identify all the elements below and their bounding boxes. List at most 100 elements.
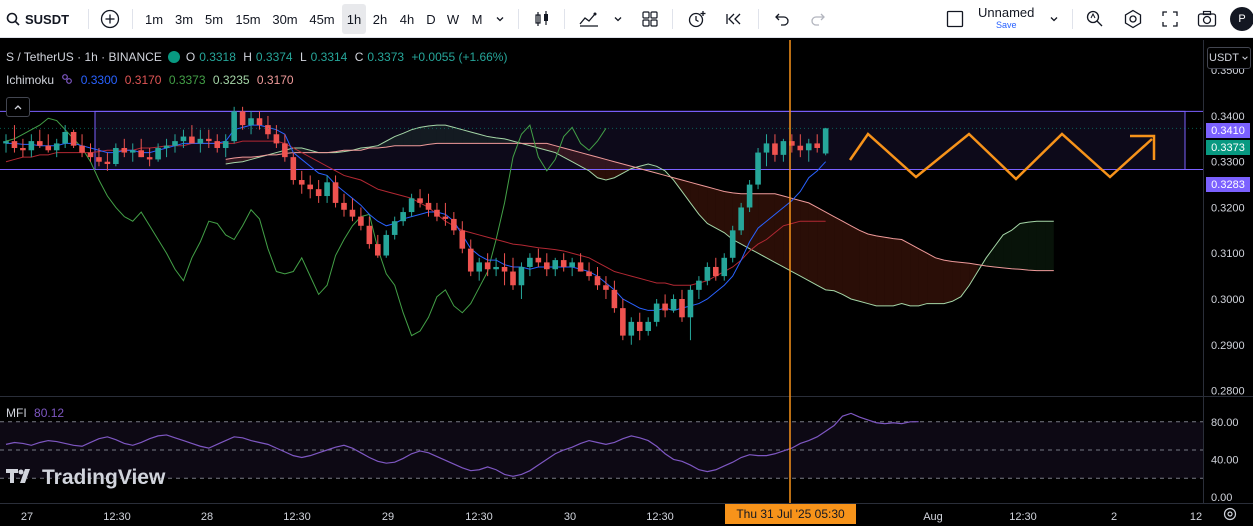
time-axis-tick-label: 29 — [382, 511, 394, 523]
currency-label: USDT — [1209, 52, 1239, 64]
timeframe-w[interactable]: W — [443, 0, 463, 38]
timeframe-45m[interactable]: 45m — [305, 0, 339, 38]
currency-selector[interactable]: USDT — [1207, 47, 1251, 69]
cloud-segment — [428, 125, 437, 145]
redo-button[interactable] — [804, 0, 832, 38]
ohlc-open: 0.3318 — [199, 50, 236, 64]
avatar[interactable]: P — [1230, 7, 1253, 31]
candle-body — [96, 157, 102, 162]
cloud-segment — [977, 257, 987, 272]
cloud-segment — [952, 261, 961, 302]
compare-symbol-button[interactable] — [96, 0, 124, 38]
layouts-button[interactable] — [636, 0, 664, 38]
timeframe-1m[interactable]: 1m — [142, 0, 166, 38]
indicators-button[interactable] — [574, 0, 604, 38]
candle-body — [789, 141, 795, 146]
tenkan-sen-line — [6, 124, 827, 311]
plus-circle-icon — [100, 9, 120, 29]
senkou-span-b-line — [225, 142, 1054, 272]
mfi-legend[interactable]: MFI 80.12 — [6, 406, 64, 420]
ohlc-change: +0.0055 (+1.66%) — [411, 50, 508, 64]
symbol-legend: S / TetherUS · 1h · BINANCE O 0.3318 H 0.3… — [6, 50, 511, 64]
candle-body — [197, 138, 204, 144]
timeframe-3m[interactable]: 3m — [170, 0, 198, 38]
watermark-text: TradingView — [42, 466, 166, 489]
cloud-segment — [665, 170, 674, 181]
candle-body — [434, 209, 440, 217]
ichimoku-value-chikou: 0.3373 — [168, 73, 206, 87]
candle-body — [721, 257, 728, 277]
cloud-segment — [834, 216, 843, 295]
cloud-segment — [453, 127, 463, 144]
cloud-segment — [411, 127, 421, 146]
tradingview-logo-icon — [6, 467, 36, 490]
cloud-segment — [960, 262, 970, 297]
candle-body — [298, 180, 305, 185]
cloud-segment — [876, 235, 885, 306]
cloud-segment — [1036, 221, 1046, 271]
range-box-rect — [94, 110, 1186, 170]
chart-type-button[interactable] — [528, 0, 556, 38]
cloud-segment — [800, 200, 809, 281]
replay-button[interactable] — [720, 0, 750, 38]
quick-search-button[interactable] — [1082, 0, 1108, 38]
timeframe-2h[interactable]: 2h — [368, 0, 392, 38]
range-box — [0, 110, 1203, 170]
candle-body — [129, 150, 136, 153]
undo-button[interactable] — [768, 0, 796, 38]
indicators-dropdown[interactable] — [608, 0, 628, 38]
timeframes-dropdown[interactable] — [490, 0, 510, 38]
cloud-segment — [377, 141, 387, 148]
collapse-legend-button[interactable] — [6, 97, 30, 117]
ichimoku-value-tenkan: 0.3300 — [80, 73, 118, 87]
chevron-up-icon — [14, 105, 22, 110]
candle-body — [28, 141, 35, 151]
timeframe-m[interactable]: M — [467, 0, 487, 38]
source-icon — [62, 74, 73, 84]
candle-body — [239, 111, 246, 126]
ichimoku-legend[interactable]: Ichimoku 0.3300 0.3170 0.3373 0.3235 0.3… — [6, 73, 298, 87]
timeframe-1h[interactable]: 1h — [342, 4, 366, 34]
timeframe-30m[interactable]: 30m — [268, 0, 302, 38]
cloud-segment — [741, 193, 750, 249]
candle-body — [535, 257, 542, 263]
layout-square-button[interactable] — [942, 0, 968, 38]
time-axis-tick-label: 28 — [201, 511, 213, 523]
chart-settings-button[interactable] — [1120, 0, 1146, 38]
cloud-segment — [1028, 221, 1037, 271]
timeframe-15m[interactable]: 15m — [231, 0, 265, 38]
mfi-pane: 80.00 40.00 0.00 — [0, 412, 1239, 504]
candle-body — [332, 182, 339, 203]
ichimoku-value-span-b: 0.3170 — [256, 73, 294, 87]
candle-body — [214, 141, 221, 148]
cloud-segment — [521, 143, 530, 146]
symbol-search-button[interactable]: SUSDT — [0, 0, 82, 38]
candle-body — [231, 111, 237, 142]
timeframe-d[interactable]: D — [421, 0, 441, 38]
timeframe-5m[interactable]: 5m — [200, 0, 228, 38]
timeframe-4h[interactable]: 4h — [395, 0, 419, 38]
alert-button[interactable] — [682, 0, 712, 38]
candle-body — [603, 285, 609, 290]
candle-body — [527, 257, 533, 267]
price-axis-tick-label: 0.2900 — [1211, 340, 1245, 352]
cloud-segment — [986, 246, 995, 267]
candle-body — [87, 152, 94, 158]
senkou-span-a-line — [225, 124, 1054, 307]
fullscreen-button[interactable] — [1157, 0, 1183, 38]
candle-body — [476, 262, 482, 272]
cloud-segment — [1020, 222, 1029, 271]
ichimoku-value-span-a: 0.3235 — [212, 73, 250, 87]
layout-dropdown[interactable] — [1044, 0, 1064, 38]
quick-search-icon — [1086, 10, 1103, 27]
cloud-segment — [648, 164, 657, 174]
snapshot-button[interactable] — [1194, 0, 1220, 38]
candle-body — [383, 234, 390, 256]
price-axis-tick-label: 0.2800 — [1211, 386, 1245, 398]
price-tag-box-lower: 0.3283 — [1206, 177, 1250, 192]
timescale-settings-icon[interactable] — [1222, 506, 1238, 522]
chikou-span-line — [5, 117, 607, 337]
cloud-segment — [504, 138, 513, 144]
cloud-segment — [369, 145, 378, 148]
cloud-segment — [910, 244, 919, 306]
